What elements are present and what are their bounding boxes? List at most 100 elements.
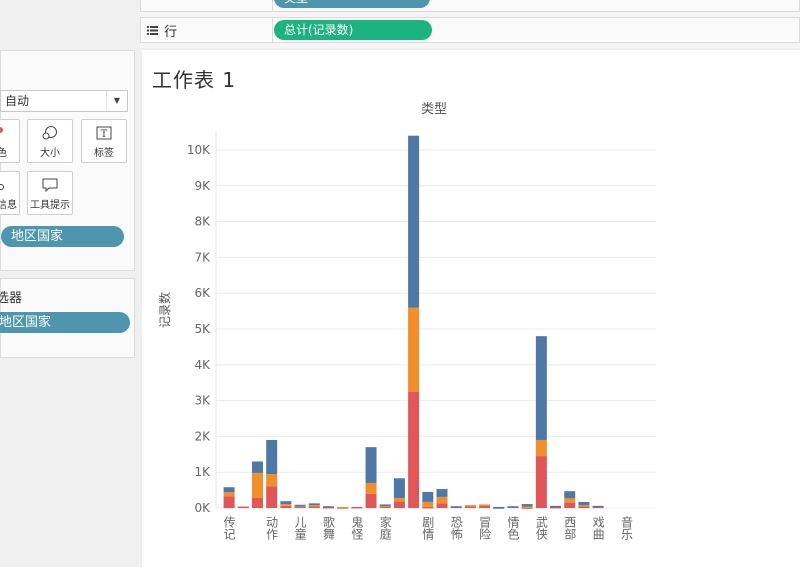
bar-segment[interactable]	[535, 439, 547, 457]
bar-segment[interactable]	[251, 461, 263, 473]
bars[interactable]	[223, 135, 604, 509]
bar-segment[interactable]	[521, 504, 533, 507]
bar-segment[interactable]	[365, 447, 377, 483]
label-button[interactable]: T 标签	[81, 119, 127, 163]
rows-label-text: 行	[164, 25, 178, 40]
color-label: 颜色	[0, 148, 7, 159]
bar-segment[interactable]	[450, 506, 462, 508]
bar-segment[interactable]	[223, 487, 235, 493]
bar-segment[interactable]	[266, 439, 278, 474]
filter-pill[interactable]: 地区国家	[0, 312, 130, 333]
bar-segment[interactable]	[479, 504, 491, 506]
bar-segment[interactable]	[464, 505, 476, 507]
bar-segment[interactable]	[564, 502, 576, 508]
bar-segment[interactable]	[578, 501, 590, 506]
rows-pill[interactable]: 总计(记录数)	[274, 20, 432, 40]
x-tick-label: 音乐	[620, 515, 634, 540]
columns-shelf[interactable]: 类型	[140, 0, 800, 12]
y-axis-title: 记录数	[157, 292, 172, 328]
y-tick-label: 10K	[187, 143, 211, 157]
y-tick-label: 4K	[194, 358, 211, 372]
bar-segment[interactable]	[436, 489, 448, 497]
bar-segment[interactable]	[436, 496, 448, 504]
bar-segment[interactable]	[493, 506, 505, 509]
bar-segment[interactable]	[251, 472, 263, 498]
x-tick-label: 传记	[222, 515, 236, 540]
bar-segment[interactable]	[337, 506, 349, 509]
rows-shelf[interactable]: 行 总计(记录数)	[140, 17, 800, 43]
bar-segment[interactable]	[308, 505, 320, 507]
bar-segment[interactable]	[280, 501, 292, 505]
label-icon: T	[96, 126, 112, 140]
y-tick-label: 1K	[194, 465, 211, 479]
bar-segment[interactable]	[393, 478, 405, 498]
detail-label: 详细信息	[0, 200, 17, 211]
bar-segment[interactable]	[408, 307, 420, 392]
color-field-pill[interactable]: 地区国家	[1, 226, 124, 247]
mark-type-dropdown[interactable]: 自动 ▼	[0, 90, 128, 112]
size-button[interactable]: 大小	[27, 119, 73, 163]
y-tick-label: 5K	[194, 322, 211, 336]
shelf-separator	[272, 18, 273, 42]
chart: 类型 记录数 0K 1K 2K 3K 4K 5K 6K 7K 8K 9K 10K 传记 动作 儿童 歌舞鬼…	[157, 102, 656, 541]
bar-segment[interactable]	[535, 456, 547, 508]
bar-segment[interactable]	[422, 506, 434, 509]
bar-segment[interactable]	[393, 501, 405, 508]
bar-segment[interactable]	[408, 391, 420, 508]
x-tick-label: 鬼怪	[350, 515, 364, 541]
bar-segment[interactable]	[507, 506, 519, 508]
x-tick-label: 戏曲	[591, 516, 605, 540]
tooltip-icon	[42, 178, 58, 192]
bar-segment[interactable]	[578, 505, 590, 507]
x-axis-ticks: 传记 动作 儿童 歌舞 鬼怪 家庭 剧情 恐怖 冒险 情色 武侠 西部 戏曲 音乐	[222, 515, 633, 541]
y-tick-label: 6K	[194, 286, 211, 300]
bar-segment[interactable]	[322, 506, 334, 508]
bar-segment[interactable]	[550, 505, 562, 508]
label-label: 标签	[94, 148, 114, 159]
bar-segment[interactable]	[280, 505, 292, 508]
bar-segment[interactable]	[535, 336, 547, 440]
bar-segment[interactable]	[592, 505, 604, 508]
bar-segment[interactable]	[393, 497, 405, 502]
bar-segment[interactable]	[251, 497, 263, 508]
bar-segment[interactable]	[365, 482, 377, 494]
bar-segment[interactable]	[479, 505, 491, 508]
bar-segment[interactable]	[266, 473, 278, 487]
bar-segment[interactable]	[223, 496, 235, 508]
bar-segment[interactable]	[408, 135, 420, 308]
bar-segment[interactable]	[379, 504, 391, 506]
bar-segment[interactable]	[436, 503, 448, 508]
color-icon	[0, 127, 3, 133]
detail-button[interactable]: 详细信息	[0, 171, 20, 215]
y-tick-label: 9K	[194, 179, 211, 193]
size-icon	[42, 126, 57, 140]
y-tick-label: 0K	[194, 501, 211, 515]
mark-type-value: 自动	[5, 94, 30, 108]
bar-segment[interactable]	[266, 486, 278, 508]
x-tick-label: 恐怖	[449, 516, 463, 540]
bar-segment[interactable]	[280, 504, 292, 506]
rows-shelf-label: 行	[147, 21, 177, 40]
color-button[interactable]: 颜色	[0, 119, 20, 163]
y-tick-label: 7K	[194, 250, 211, 264]
bar-segment[interactable]	[237, 506, 249, 509]
bar-segment[interactable]	[351, 506, 363, 509]
bar-segment[interactable]	[365, 493, 377, 508]
bar-segment[interactable]	[564, 498, 576, 503]
x-tick-label: 冒险	[478, 516, 492, 540]
y-tick-label: 8K	[194, 215, 211, 229]
shelves-area: 类型 行 总计(记录数)	[140, 0, 800, 48]
bar-segment[interactable]	[564, 491, 576, 499]
svg-text:T: T	[101, 129, 108, 140]
bar-segment[interactable]	[422, 491, 434, 502]
bar-segment[interactable]	[308, 503, 320, 506]
chart-title: 类型	[421, 102, 447, 117]
bar-segment[interactable]	[294, 504, 306, 507]
tooltip-button[interactable]: 工具提示	[27, 171, 73, 215]
bar-segment[interactable]	[422, 501, 434, 507]
bar-segment[interactable]	[521, 506, 533, 509]
x-tick-label: 儿童	[293, 516, 307, 540]
columns-pill[interactable]: 类型	[274, 0, 430, 8]
chevron-down-icon: ▼	[106, 91, 127, 111]
bar-segment[interactable]	[223, 492, 235, 497]
